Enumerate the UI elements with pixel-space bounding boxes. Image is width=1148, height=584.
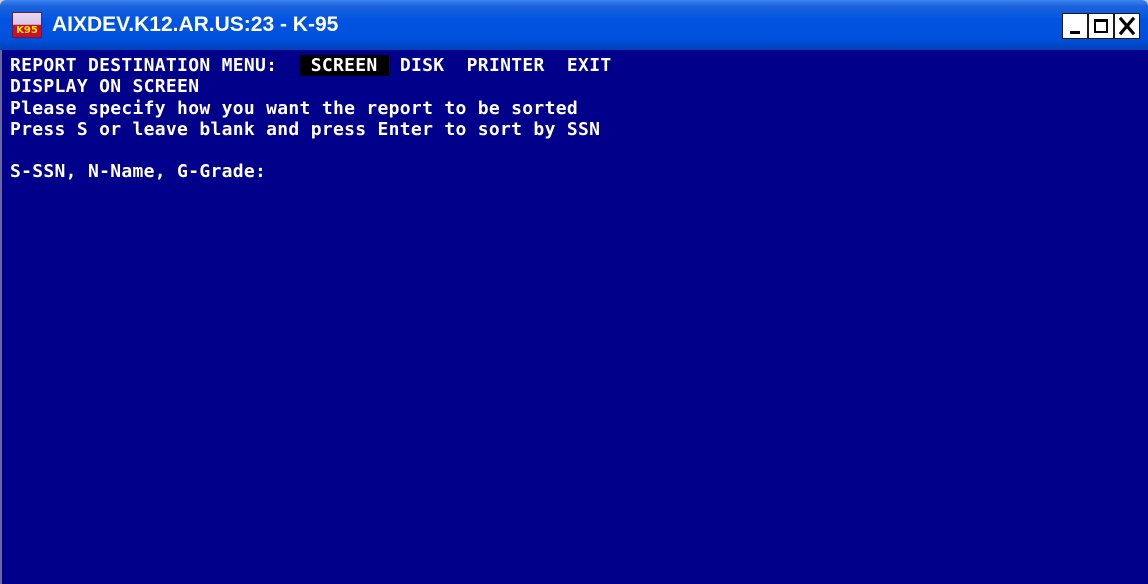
- instruction-line: Press S or leave blank and press Enter t…: [10, 119, 601, 140]
- menu-line: REPORT DESTINATION MENU: SCREEN DISK PRI…: [10, 55, 611, 77]
- input-cursor[interactable]: [266, 173, 277, 177]
- k95-app-icon[interactable]: K95: [12, 12, 42, 38]
- minimize-button[interactable]: [1062, 13, 1088, 39]
- minimize-icon: [1070, 31, 1080, 34]
- status-line: DISPLAY ON SCREEN: [10, 76, 200, 97]
- sort-prompt-line[interactable]: S-SSN, N-Name, G-Grade:: [10, 161, 277, 183]
- close-button[interactable]: [1114, 13, 1140, 39]
- close-icon: [1118, 16, 1136, 36]
- window-title: AIXDEV.K12.AR.US:23 - K-95: [52, 13, 339, 36]
- menu-label: REPORT DESTINATION MENU:: [10, 55, 278, 76]
- terminal-screen[interactable]: REPORT DESTINATION MENU: SCREEN DISK PRI…: [0, 50, 1148, 584]
- menu-item-disk[interactable]: DISK: [400, 55, 445, 76]
- terminal-window: K95 AIXDEV.K12.AR.US:23 - K-95 REPORT DE…: [0, 0, 1148, 584]
- instruction-line: Please specify how you want the report t…: [10, 98, 578, 119]
- sort-prompt: S-SSN, N-Name, G-Grade:: [10, 161, 267, 182]
- menu-item-printer[interactable]: PRINTER: [467, 55, 545, 76]
- menu-item-exit[interactable]: EXIT: [567, 55, 612, 76]
- maximize-button[interactable]: [1088, 13, 1114, 39]
- title-bar[interactable]: K95 AIXDEV.K12.AR.US:23 - K-95: [0, 0, 1148, 50]
- app-icon-label: K95: [16, 25, 38, 36]
- menu-item-screen[interactable]: SCREEN: [299, 55, 389, 76]
- maximize-icon: [1094, 19, 1108, 33]
- menu-items: SCREEN DISK PRINTER EXIT: [299, 55, 612, 76]
